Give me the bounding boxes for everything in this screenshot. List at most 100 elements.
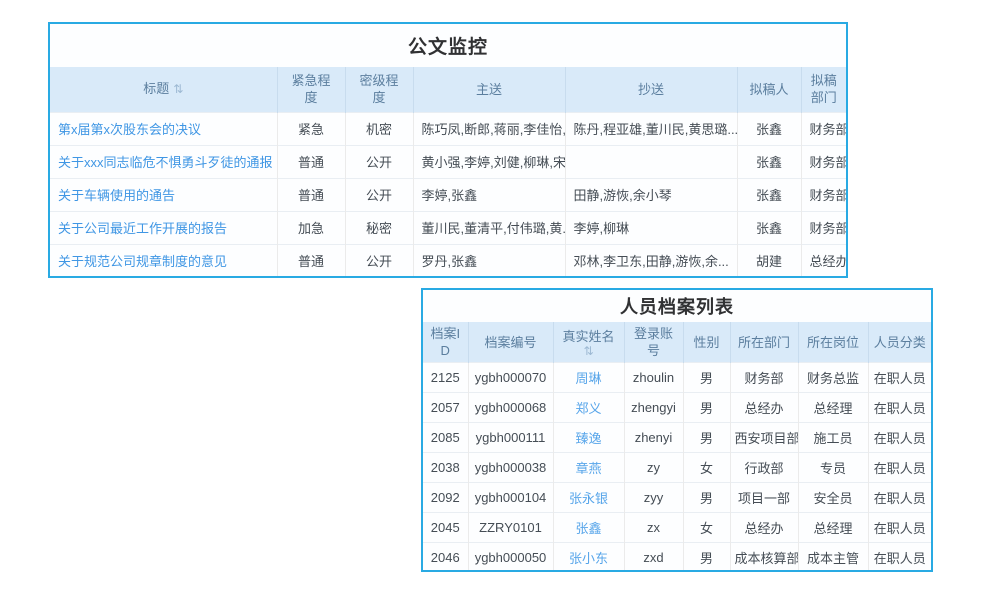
person-cell-name: 张鑫 bbox=[553, 513, 624, 543]
doc-cell-cc: 李婷,柳琳 bbox=[565, 211, 737, 244]
person-cell-name: 张永银 bbox=[553, 483, 624, 513]
doc-monitor-title: 公文监控 bbox=[50, 24, 846, 67]
person-cell-code: ygbh000050 bbox=[468, 543, 553, 573]
person-cell-dept: 行政部 bbox=[730, 453, 798, 483]
person-cell-dept: 总经办 bbox=[730, 513, 798, 543]
personnel-header-row: 档案ID 档案编号 真实姓名⇅ 登录账号 性别 所在部门 所在岗位 人员分类 bbox=[423, 322, 931, 363]
doc-cell-drafter: 胡建 bbox=[737, 244, 801, 277]
doc-cell-cc: 陈丹,程亚雄,董川民,黄思璐... bbox=[565, 112, 737, 145]
doc-monitor-table: 标题⇅ 紧急程度 密级程度 主送 抄送 拟稿人 拟稿部门 第x届第x次股东会的决… bbox=[50, 67, 846, 277]
person-cell-account: zxd bbox=[624, 543, 683, 573]
doc-cell-to: 李婷,张鑫 bbox=[413, 178, 565, 211]
person-cell-name: 张小东 bbox=[553, 543, 624, 573]
person-col-category: 人员分类 bbox=[868, 322, 931, 363]
doc-title-link[interactable]: 关于公司最近工作开展的报告 bbox=[58, 221, 227, 236]
person-name-link[interactable]: 章燕 bbox=[575, 461, 601, 476]
table-row: 关于公司最近工作开展的报告 加急 秘密 董川民,董清平,付伟璐,黄... 李婷,… bbox=[50, 211, 846, 244]
doc-cell-dept: 财务部 bbox=[801, 178, 846, 211]
person-cell-position: 施工员 bbox=[798, 423, 868, 453]
sort-icon[interactable]: ⇅ bbox=[173, 82, 183, 96]
person-cell-code: ygbh000104 bbox=[468, 483, 553, 513]
doc-cell-secrecy: 公开 bbox=[345, 244, 413, 277]
person-cell-category: 在职人员 bbox=[868, 393, 931, 423]
person-cell-code: ygbh000070 bbox=[468, 363, 553, 393]
table-row: 2038 ygbh000038 章燕 zy 女 行政部 专员 在职人员 bbox=[423, 453, 931, 483]
person-cell-dept: 西安项目部 bbox=[730, 423, 798, 453]
page: { "icons": { "sort": "⇅" }, "colors": { … bbox=[0, 0, 1000, 600]
person-name-link[interactable]: 郑义 bbox=[575, 401, 601, 416]
doc-cell-dept: 财务部 bbox=[801, 145, 846, 178]
person-name-link[interactable]: 张永银 bbox=[569, 491, 608, 506]
doc-cell-dept: 财务部 bbox=[801, 112, 846, 145]
person-col-account: 登录账号 bbox=[624, 322, 683, 363]
table-row: 2045 ZZRY0101 张鑫 zx 女 总经办 总经理 在职人员 bbox=[423, 513, 931, 543]
table-row: 关于车辆使用的通告 普通 公开 李婷,张鑫 田静,游恢,余小琴 张鑫 财务部 bbox=[50, 178, 846, 211]
person-cell-gender: 男 bbox=[683, 483, 730, 513]
person-cell-position: 专员 bbox=[798, 453, 868, 483]
doc-cell-title: 关于规范公司规章制度的意见 bbox=[50, 244, 277, 277]
person-cell-position: 总经理 bbox=[798, 393, 868, 423]
person-cell-name: 周琳 bbox=[553, 363, 624, 393]
table-row: 2046 ygbh000050 张小东 zxd 男 成本核算部 成本主管 在职人… bbox=[423, 543, 931, 573]
person-cell-code: ygbh000068 bbox=[468, 393, 553, 423]
doc-cell-cc bbox=[565, 145, 737, 178]
doc-title-link[interactable]: 关于xxx同志临危不惧勇斗歹徒的通报 bbox=[58, 155, 273, 170]
person-cell-dept: 项目一部 bbox=[730, 483, 798, 513]
doc-col-cc: 抄送 bbox=[565, 67, 737, 112]
person-cell-account: zx bbox=[624, 513, 683, 543]
person-cell-id: 2057 bbox=[423, 393, 468, 423]
doc-title-link[interactable]: 关于车辆使用的通告 bbox=[58, 188, 175, 203]
person-col-dept: 所在部门 bbox=[730, 322, 798, 363]
person-cell-dept: 总经办 bbox=[730, 393, 798, 423]
doc-cell-urgency: 普通 bbox=[277, 178, 345, 211]
doc-col-drafter: 拟稿人 bbox=[737, 67, 801, 112]
person-cell-category: 在职人员 bbox=[868, 453, 931, 483]
person-cell-position: 成本主管 bbox=[798, 543, 868, 573]
person-cell-code: ygbh000111 bbox=[468, 423, 553, 453]
table-row: 关于xxx同志临危不惧勇斗歹徒的通报 普通 公开 黄小强,李婷,刘健,柳琳,宋.… bbox=[50, 145, 846, 178]
doc-cell-secrecy: 秘密 bbox=[345, 211, 413, 244]
person-name-link[interactable]: 张鑫 bbox=[575, 521, 601, 536]
person-cell-account: zhenyi bbox=[624, 423, 683, 453]
person-cell-category: 在职人员 bbox=[868, 363, 931, 393]
doc-title-link[interactable]: 第x届第x次股东会的决议 bbox=[58, 122, 201, 137]
doc-cell-title: 关于公司最近工作开展的报告 bbox=[50, 211, 277, 244]
person-cell-category: 在职人员 bbox=[868, 483, 931, 513]
table-row: 2125 ygbh000070 周琳 zhoulin 男 财务部 财务总监 在职… bbox=[423, 363, 931, 393]
person-cell-name: 章燕 bbox=[553, 453, 624, 483]
person-cell-account: zyy bbox=[624, 483, 683, 513]
doc-cell-cc: 田静,游恢,余小琴 bbox=[565, 178, 737, 211]
person-cell-code: ZZRY0101 bbox=[468, 513, 553, 543]
person-cell-gender: 男 bbox=[683, 393, 730, 423]
person-cell-position: 安全员 bbox=[798, 483, 868, 513]
personnel-table: 档案ID 档案编号 真实姓名⇅ 登录账号 性别 所在部门 所在岗位 人员分类 2… bbox=[423, 322, 931, 572]
personnel-title: 人员档案列表 bbox=[423, 290, 931, 322]
person-cell-dept: 财务部 bbox=[730, 363, 798, 393]
doc-col-secrecy: 密级程度 bbox=[345, 67, 413, 112]
doc-cell-drafter: 张鑫 bbox=[737, 145, 801, 178]
doc-col-title[interactable]: 标题⇅ bbox=[50, 67, 277, 112]
person-cell-id: 2046 bbox=[423, 543, 468, 573]
doc-cell-to: 董川民,董清平,付伟璐,黄... bbox=[413, 211, 565, 244]
person-cell-gender: 女 bbox=[683, 453, 730, 483]
doc-cell-secrecy: 公开 bbox=[345, 145, 413, 178]
person-name-link[interactable]: 张小东 bbox=[569, 551, 608, 566]
sort-icon[interactable]: ⇅ bbox=[558, 345, 620, 357]
doc-title-link[interactable]: 关于规范公司规章制度的意见 bbox=[58, 254, 227, 269]
person-cell-category: 在职人员 bbox=[868, 513, 931, 543]
person-cell-dept: 成本核算部 bbox=[730, 543, 798, 573]
person-cell-code: ygbh000038 bbox=[468, 453, 553, 483]
person-col-name[interactable]: 真实姓名⇅ bbox=[553, 322, 624, 363]
person-cell-name: 郑义 bbox=[553, 393, 624, 423]
doc-cell-drafter: 张鑫 bbox=[737, 112, 801, 145]
person-cell-id: 2045 bbox=[423, 513, 468, 543]
person-col-gender: 性别 bbox=[683, 322, 730, 363]
person-cell-gender: 女 bbox=[683, 513, 730, 543]
person-name-link[interactable]: 臻逸 bbox=[575, 431, 601, 446]
doc-cell-urgency: 紧急 bbox=[277, 112, 345, 145]
person-cell-gender: 男 bbox=[683, 543, 730, 573]
person-cell-account: zhengyi bbox=[624, 393, 683, 423]
table-row: 关于规范公司规章制度的意见 普通 公开 罗丹,张鑫 邓林,李卫东,田静,游恢,余… bbox=[50, 244, 846, 277]
person-name-link[interactable]: 周琳 bbox=[575, 371, 601, 386]
table-row: 2085 ygbh000111 臻逸 zhenyi 男 西安项目部 施工员 在职… bbox=[423, 423, 931, 453]
